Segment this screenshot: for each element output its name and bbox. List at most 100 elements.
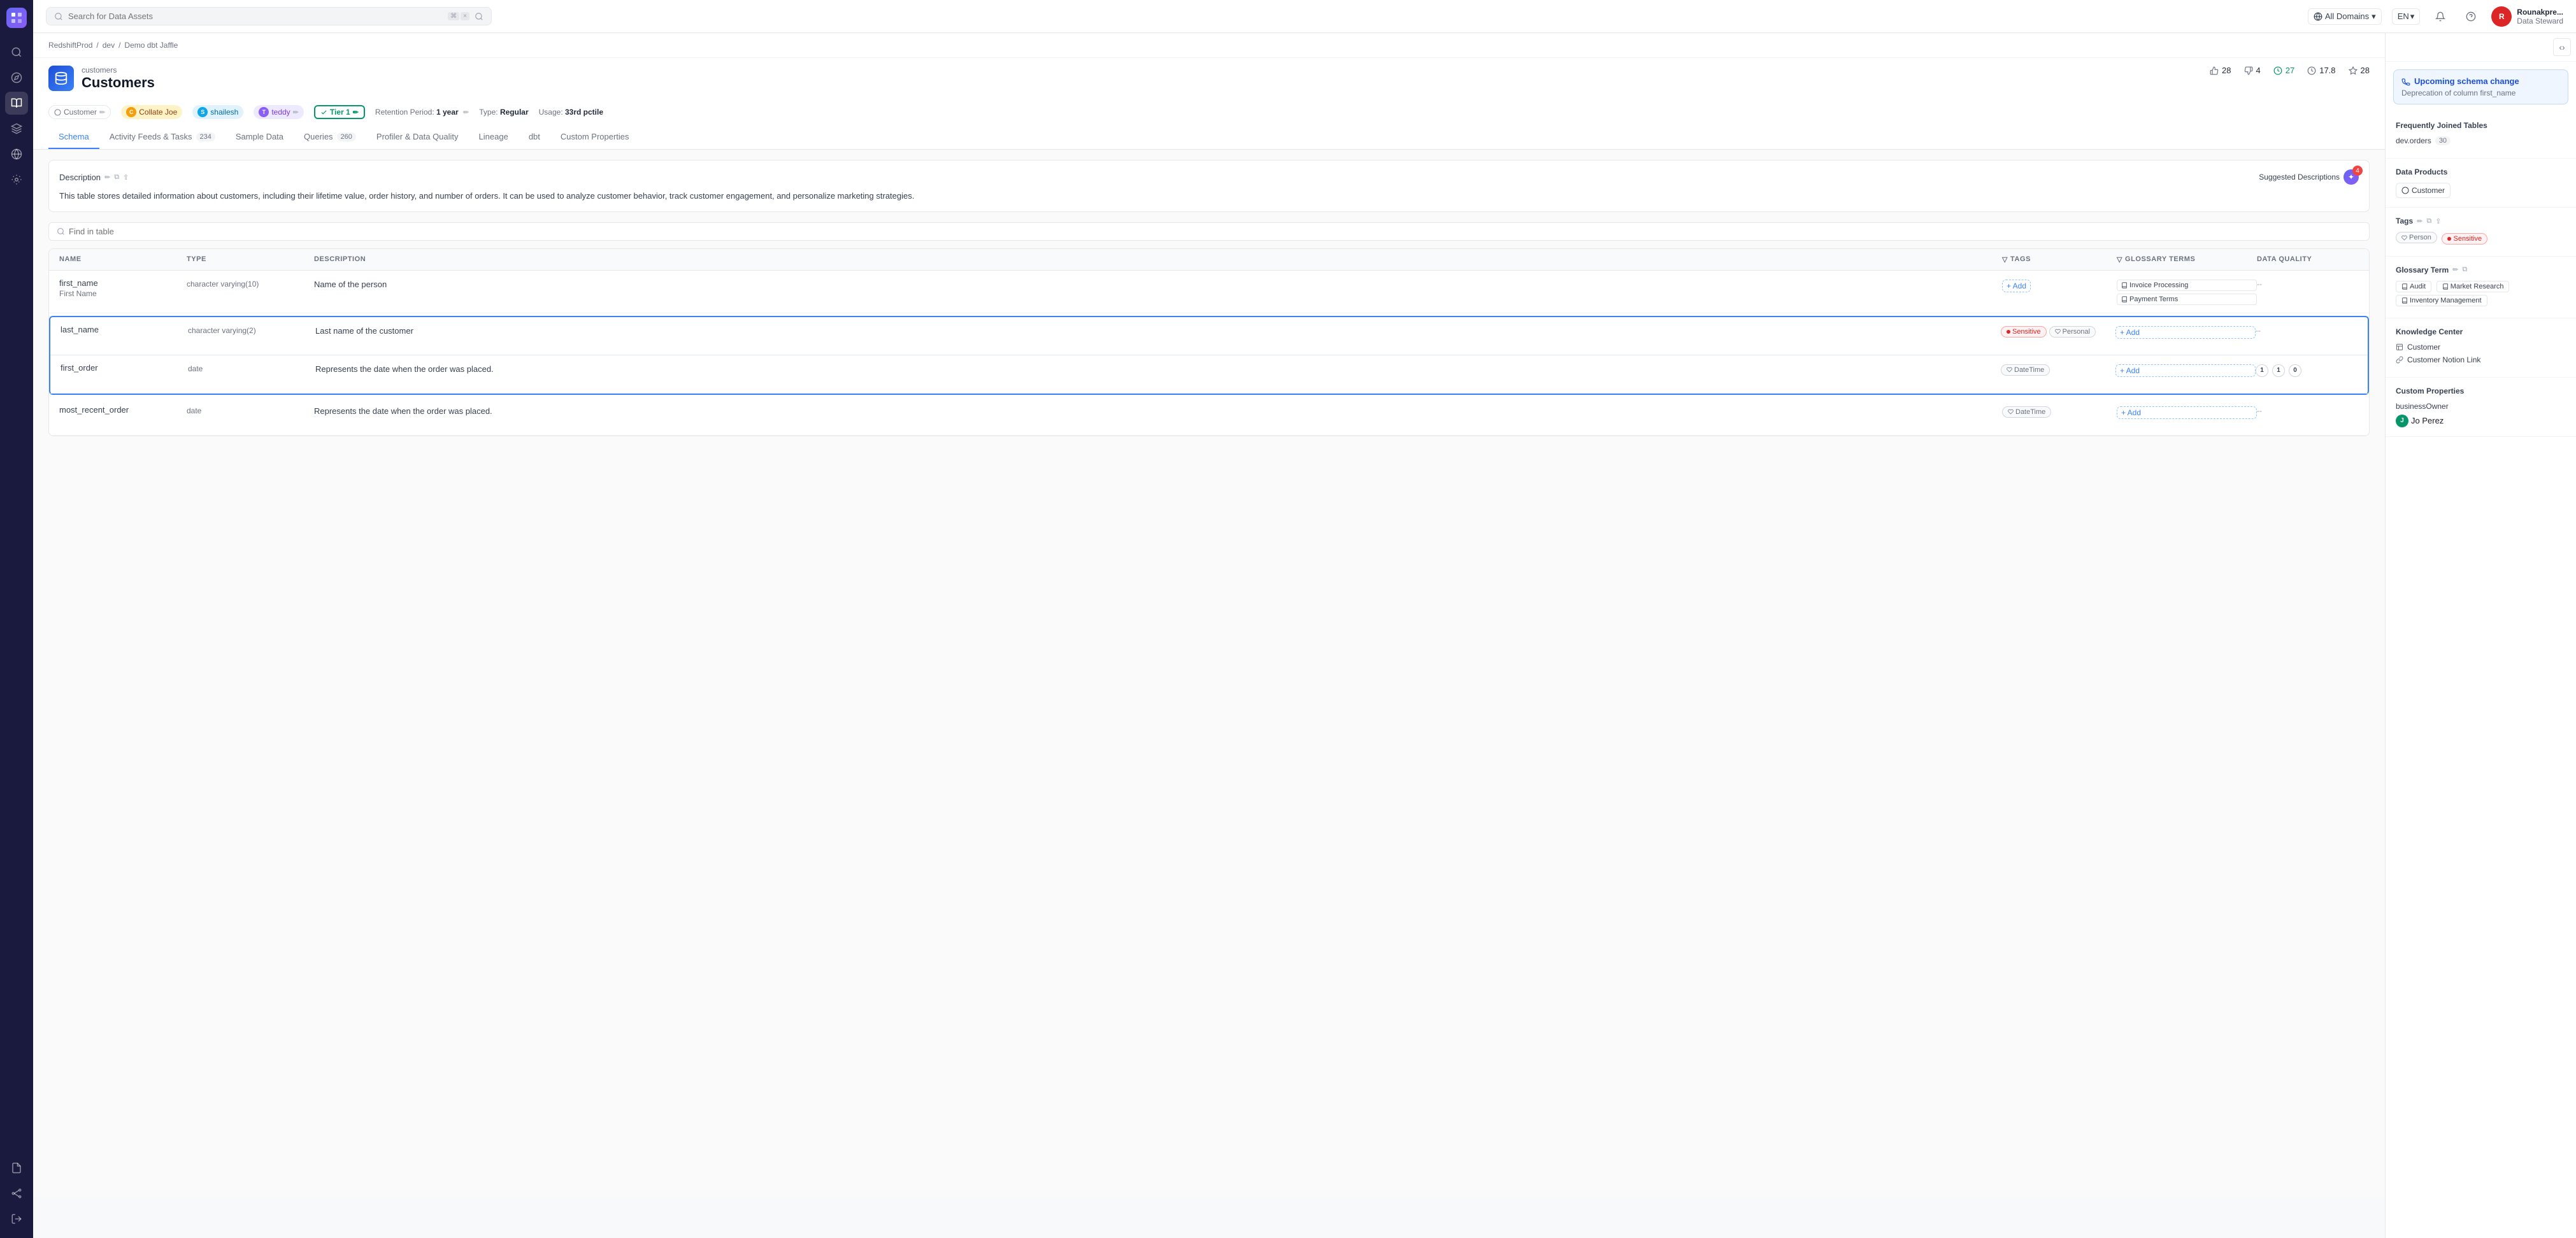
- sidebar-insights-icon[interactable]: [5, 117, 28, 140]
- tab-lineage[interactable]: Lineage: [469, 125, 519, 149]
- th-description: DESCRIPTION: [314, 255, 2002, 264]
- search-input[interactable]: [68, 11, 443, 21]
- table-row-first-name: first_name First Name character varying(…: [49, 271, 2369, 313]
- kc-notion-link[interactable]: Customer Notion Link: [2407, 355, 2480, 364]
- sidebar-explore-icon[interactable]: [5, 66, 28, 89]
- panel-tags: Tags ✏ ⧉ ⇪ Person Sensitive: [2386, 208, 2576, 257]
- quality-num-2: 1: [2272, 364, 2285, 377]
- database-icon: [48, 66, 74, 91]
- owner-name-teddy: teddy: [271, 108, 290, 117]
- tab-dbt[interactable]: dbt: [519, 125, 550, 149]
- glossary-panel-inventory[interactable]: Inventory Management: [2396, 295, 2487, 306]
- sidebar-docs-icon[interactable]: [5, 1156, 28, 1179]
- owner-avatar-t: T: [259, 107, 269, 117]
- tag-personal-last[interactable]: Personal: [2049, 326, 2096, 338]
- tab-queries[interactable]: Queries 260: [294, 125, 366, 149]
- description-text: This table stores detailed information a…: [59, 190, 2359, 203]
- tab-sample[interactable]: Sample Data: [225, 125, 294, 149]
- tab-profiler[interactable]: Profiler & Data Quality: [366, 125, 469, 149]
- thumbs-up-stat[interactable]: 28: [2210, 66, 2231, 75]
- sidebar-workflow-icon[interactable]: [5, 1182, 28, 1205]
- page-title: Customers: [82, 75, 155, 91]
- table-search-input[interactable]: [69, 227, 2361, 236]
- tags-edit-icon[interactable]: ✏: [2417, 217, 2422, 225]
- panel-tag-sensitive[interactable]: Sensitive: [2442, 233, 2487, 245]
- col-type-first: character varying(10): [187, 278, 314, 288]
- tier-edit-icon[interactable]: ✏: [353, 108, 359, 117]
- desc-share-icon[interactable]: ⇪: [123, 173, 129, 181]
- th-tags: ▽ TAGS: [2002, 255, 2117, 264]
- data-product-label: Customer: [2412, 186, 2445, 195]
- views-stat[interactable]: 27: [2273, 66, 2294, 75]
- quality-icons-forder: 1 1 0: [2256, 364, 2301, 377]
- glossary-panel-audit[interactable]: Audit: [2396, 281, 2431, 292]
- app-logo[interactable]: [6, 8, 27, 28]
- joined-table-link[interactable]: dev.orders: [2396, 136, 2431, 145]
- add-tag-first-button[interactable]: + Add: [2002, 280, 2031, 292]
- domain-tag[interactable]: Customer ✏: [48, 105, 111, 119]
- glossary-filter-icon[interactable]: ▽: [2117, 255, 2122, 264]
- data-product-customer[interactable]: Customer: [2396, 183, 2451, 198]
- domain-selector[interactable]: All Domains ▾: [2308, 8, 2382, 25]
- stars-stat[interactable]: 28: [2349, 66, 2370, 75]
- add-glossary-last-button[interactable]: + Add: [2115, 326, 2256, 339]
- tab-schema[interactable]: Schema: [48, 125, 99, 149]
- glossary-copy-icon[interactable]: ⧉: [2462, 266, 2467, 274]
- col-name-first-order: first_order: [61, 363, 188, 373]
- tags-share-icon[interactable]: ⇪: [2435, 217, 2441, 225]
- tier-badge[interactable]: Tier 1 ✏: [314, 105, 365, 119]
- tab-activity[interactable]: Activity Feeds & Tasks 234: [99, 125, 225, 149]
- help-button[interactable]: [2461, 6, 2481, 27]
- domain-edit-icon[interactable]: ✏: [99, 108, 105, 117]
- panel-tag-person[interactable]: Person: [2396, 232, 2437, 243]
- retention-edit-icon[interactable]: ✏: [463, 109, 469, 117]
- add-glossary-forder-button[interactable]: + Add: [2115, 364, 2256, 377]
- desc-copy-icon[interactable]: ⧉: [114, 173, 119, 181]
- notifications-button[interactable]: [2430, 6, 2451, 27]
- tier-label: Tier 1: [330, 108, 350, 117]
- sidebar-exit-icon[interactable]: [5, 1207, 28, 1230]
- th-type: TYPE: [187, 255, 314, 264]
- search-bar[interactable]: ⌘ ×: [46, 7, 492, 25]
- description-section: Description ✏ ⧉ ⇪ Suggested Descriptions…: [48, 160, 2370, 212]
- kc-customer-link[interactable]: Customer: [2407, 343, 2440, 352]
- ai-icon-wrapper: ✦ 4: [2343, 169, 2359, 185]
- tab-custom[interactable]: Custom Properties: [550, 125, 640, 149]
- glossary-chip-invoice[interactable]: Invoice Processing: [2117, 280, 2257, 291]
- user-profile[interactable]: R Rounakpre... Data Steward: [2491, 6, 2563, 27]
- sidebar-settings-icon[interactable]: [5, 168, 28, 191]
- alert-text: Deprecation of column first_name: [2401, 89, 2560, 97]
- language-selector[interactable]: EN ▾: [2392, 8, 2421, 25]
- schema-change-alert[interactable]: Upcoming schema change Deprecation of co…: [2393, 69, 2568, 104]
- collapse-panel-button[interactable]: ‹›: [2553, 38, 2571, 56]
- sidebar-search-icon[interactable]: [5, 41, 28, 64]
- thumbs-down-stat[interactable]: 4: [2244, 66, 2261, 75]
- field-name-forder: first_order: [61, 363, 188, 373]
- tags-copy-icon[interactable]: ⧉: [2426, 217, 2431, 225]
- owner-avatar-s: S: [197, 107, 208, 117]
- tag-datetime-recent[interactable]: DateTime: [2002, 406, 2051, 418]
- glossary-edit-icon[interactable]: ✏: [2452, 266, 2458, 274]
- glossary-chip-payment[interactable]: Payment Terms: [2117, 294, 2257, 305]
- add-glossary-recent-button[interactable]: + Add: [2117, 406, 2257, 419]
- description-header: Description ✏ ⧉ ⇪ Suggested Descriptions…: [59, 169, 2359, 185]
- sidebar-catalog-icon[interactable]: [5, 92, 28, 115]
- breadcrumb-item-0[interactable]: RedshiftProd: [48, 41, 92, 50]
- suggested-descriptions-button[interactable]: Suggested Descriptions ✦ 4: [2259, 169, 2359, 185]
- business-owner-chip: J Jo Perez: [2396, 415, 2566, 427]
- tag-datetime-forder[interactable]: DateTime: [2001, 364, 2050, 376]
- owner-chip-collate[interactable]: C Collate Joe: [121, 105, 182, 119]
- search-submit-icon[interactable]: [475, 12, 483, 21]
- selected-rows-group: last_name character varying(2) Last name…: [49, 316, 2369, 395]
- table-search[interactable]: [48, 222, 2370, 241]
- glossary-panel-market[interactable]: Market Research: [2436, 281, 2510, 292]
- owner-chip-shailesh[interactable]: S shailesh: [192, 105, 243, 119]
- breadcrumb-item-1[interactable]: dev: [103, 41, 115, 50]
- tags-filter-icon[interactable]: ▽: [2002, 255, 2008, 264]
- tag-sensitive-last[interactable]: Sensitive: [2001, 326, 2047, 338]
- owner-chip-teddy[interactable]: T teddy ✏: [254, 105, 304, 119]
- col-name-last-name: last_name: [61, 325, 188, 334]
- sidebar-govern-icon[interactable]: [5, 143, 28, 166]
- owner-edit-icon[interactable]: ✏: [293, 108, 299, 117]
- desc-edit-icon[interactable]: ✏: [104, 173, 110, 181]
